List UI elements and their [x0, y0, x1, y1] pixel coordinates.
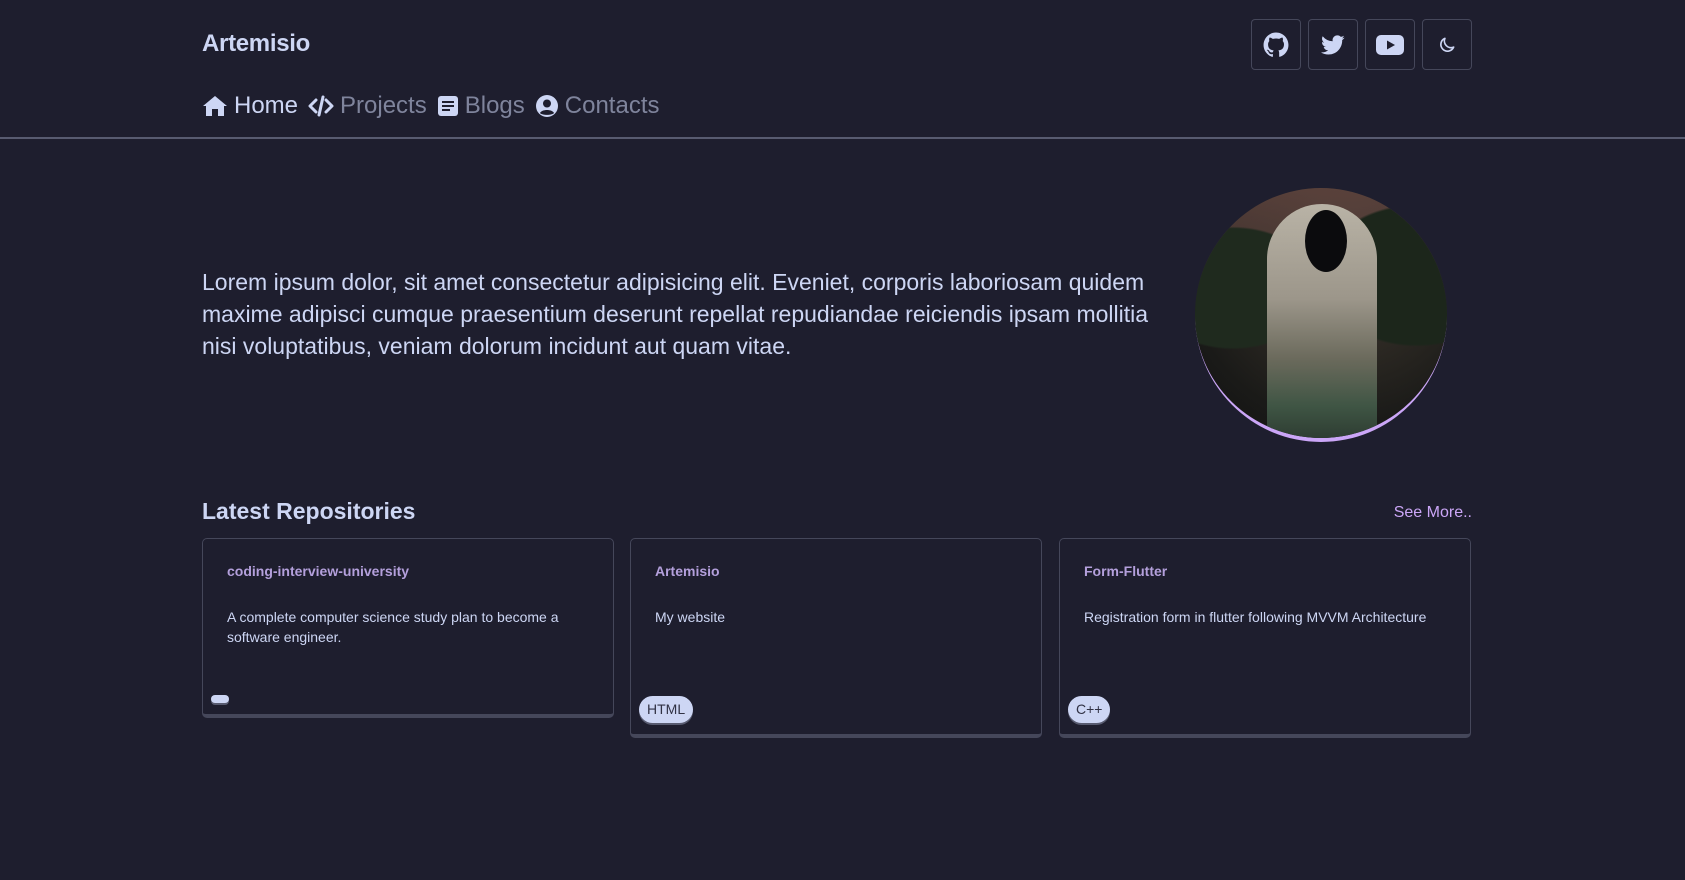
user-circle-icon: [535, 94, 559, 118]
profile-avatar: [1195, 188, 1447, 442]
hero-intro-text: Lorem ipsum dolor, sit amet consectetur …: [202, 269, 1149, 359]
nav-item-projects[interactable]: Projects: [308, 92, 427, 120]
repo-description: Registration form in flutter following M…: [1084, 609, 1427, 625]
home-icon: [202, 94, 228, 118]
repo-card[interactable]: Form-Flutter Registration form in flutte…: [1059, 538, 1471, 738]
nav-item-home[interactable]: Home: [202, 92, 298, 120]
theme-toggle-button[interactable]: [1422, 19, 1472, 70]
see-more-link[interactable]: See More..: [1394, 504, 1472, 522]
repo-description: My website: [655, 609, 726, 625]
main-nav: Home Projects Blogs Contacts: [202, 92, 670, 120]
twitter-icon: [1320, 33, 1346, 57]
code-icon: [308, 95, 334, 117]
nav-label-contacts: Contacts: [564, 92, 660, 119]
social-links: [1251, 19, 1472, 70]
header-divider: [0, 137, 1685, 139]
youtube-icon: [1376, 34, 1404, 56]
repos-section-title: Latest Repositories: [202, 498, 416, 524]
repo-card[interactable]: coding-interview-university A complete c…: [202, 538, 614, 718]
document-icon: [437, 95, 459, 117]
language-badge: HTML: [639, 696, 694, 723]
nav-label-blogs: Blogs: [464, 92, 525, 119]
nav-item-blogs[interactable]: Blogs: [437, 92, 525, 120]
site-brand[interactable]: Artemisio: [202, 30, 310, 58]
github-button[interactable]: [1251, 19, 1301, 70]
repo-card[interactable]: Artemisio My website HTML: [630, 538, 1042, 738]
youtube-button[interactable]: [1365, 19, 1415, 70]
language-badge: C++: [1068, 696, 1111, 723]
repo-name[interactable]: Artemisio: [655, 563, 720, 579]
nav-item-contacts[interactable]: Contacts: [535, 92, 660, 120]
moon-icon: [1437, 35, 1457, 55]
repo-name[interactable]: Form-Flutter: [1084, 563, 1167, 579]
repo-name[interactable]: coding-interview-university: [227, 563, 409, 579]
twitter-button[interactable]: [1308, 19, 1358, 70]
nav-label-home: Home: [234, 92, 299, 119]
language-badge: [211, 695, 229, 703]
header: Artemisio Home Projects Blogs Contacts: [202, 0, 1472, 138]
github-icon: [1263, 32, 1289, 58]
nav-label-projects: Projects: [340, 92, 427, 119]
repo-description: A complete computer science study plan t…: [227, 609, 559, 645]
